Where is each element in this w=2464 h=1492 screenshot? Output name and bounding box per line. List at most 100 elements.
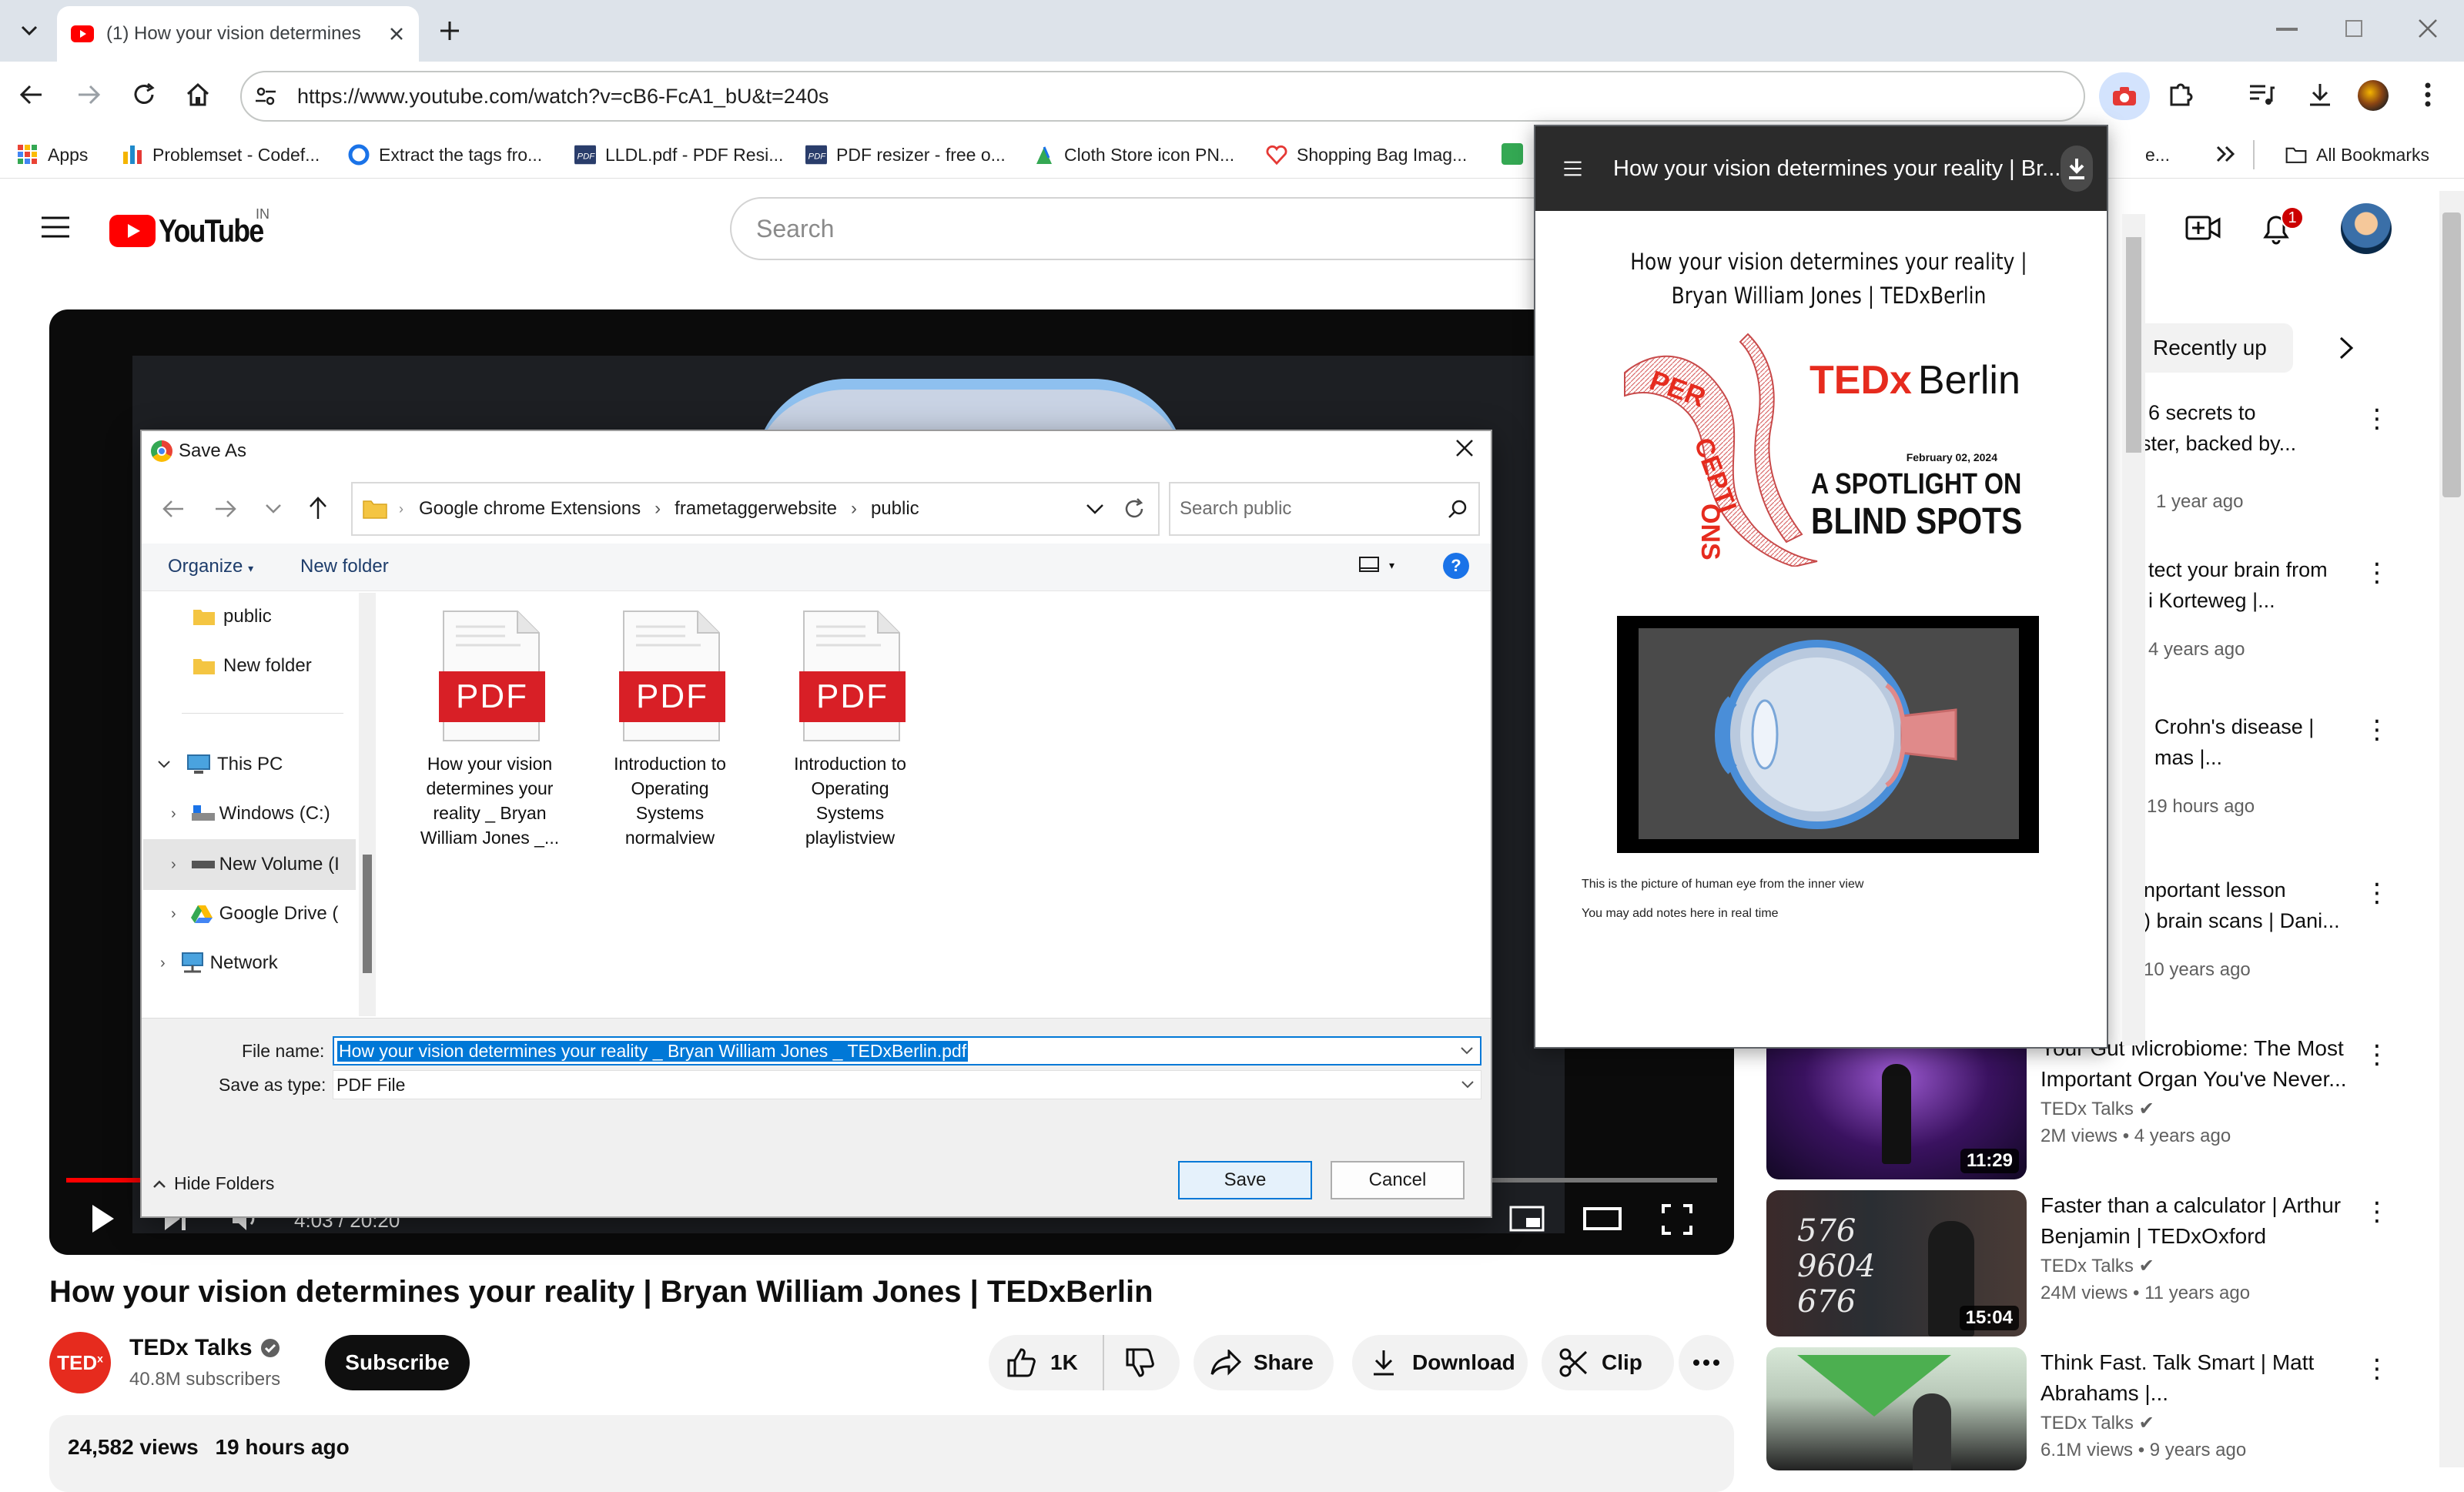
dialog-recent-button[interactable] [265, 503, 282, 514]
file-item[interactable]: PDF How your vision determines your real… [405, 608, 574, 848]
popup-note-hint[interactable]: You may add notes here in real time [1582, 907, 1779, 921]
window-close-button[interactable] [2416, 17, 2439, 40]
clip-button[interactable]: Clip [1542, 1335, 1674, 1390]
bookmark-pdf-resizer[interactable]: PDF PDF resizer - free o... [805, 142, 1006, 168]
more-button[interactable]: ⋮ [2364, 1353, 2390, 1384]
window-restore-button[interactable] [2345, 20, 2362, 37]
more-actions-button[interactable] [1679, 1335, 1734, 1390]
view-options-button[interactable]: ▾ [1358, 556, 1394, 574]
dialog-forward-button[interactable] [214, 499, 237, 519]
video-thumbnail[interactable]: 11:29 [1766, 1033, 2027, 1179]
save-button[interactable]: Save [1178, 1161, 1312, 1199]
media-controls-button[interactable] [2248, 83, 2276, 106]
chip-recently-uploaded[interactable]: Recently up [2136, 323, 2293, 373]
account-avatar[interactable] [2341, 203, 2392, 254]
nav-scrollbar[interactable] [359, 593, 376, 1016]
popup-download-button[interactable] [2061, 146, 2093, 192]
popup-scrollbar-thumb[interactable] [2126, 237, 2141, 453]
new-folder-button[interactable]: New folder [300, 556, 389, 577]
tab-youtube[interactable]: (1) How your vision determines [57, 6, 419, 62]
organize-button[interactable]: Organize ▾ [168, 556, 253, 577]
recommended-video-3[interactable]: Think Fast. Talk Smart | Matt Abrahams |… [1766, 1347, 2390, 1470]
nav-item-google-drive[interactable]: › Google Drive ( [171, 895, 356, 933]
create-button[interactable] [2185, 212, 2221, 243]
nav-item-windows-c[interactable]: › Windows (C:) [171, 795, 330, 833]
like-button[interactable]: 1K [989, 1335, 1104, 1390]
file-item[interactable]: PDF Introduction to Operating Systems no… [585, 608, 755, 848]
popup-note[interactable]: This is the picture of human eye from th… [1582, 878, 1863, 892]
dialog-address-bar[interactable]: › Google chrome Extensions › frametagger… [351, 482, 1160, 536]
forward-button[interactable] [75, 83, 102, 106]
new-tab-button[interactable] [436, 17, 464, 45]
chevron-down-icon[interactable] [1086, 503, 1104, 514]
refresh-icon[interactable] [1123, 497, 1146, 520]
bookmark-apps[interactable]: Apps [17, 142, 88, 168]
address-bar[interactable]: https://www.youtube.com/watch?v=cB6-FcA1… [240, 71, 2085, 122]
sidebar-more-button[interactable]: ⋮ [2364, 714, 2390, 745]
downloads-button[interactable] [2307, 82, 2333, 108]
sidebar-video-4[interactable]: nportant lesson ) brain scans | Dani... … [2144, 875, 2375, 981]
file-item[interactable]: PDF Introduction to Operating Systems pl… [765, 608, 935, 848]
tab-close-icon[interactable] [388, 25, 405, 42]
sidebar-more-button[interactable]: ⋮ [2364, 878, 2390, 908]
breadcrumb-item[interactable]: frametaggerwebsite [675, 498, 837, 520]
all-bookmarks-button[interactable]: All Bookmarks [2285, 142, 2429, 168]
file-name-value[interactable]: How your vision determines your reality … [337, 1040, 969, 1062]
bookmark-cloth-store[interactable]: Cloth Store icon PN... [1033, 142, 1234, 168]
sidebar-video-3[interactable]: Crohn's disease | mas |... 19 hours ago [2147, 711, 2385, 818]
dislike-button[interactable] [1104, 1348, 1155, 1377]
popup-scrollbar[interactable] [2122, 214, 2145, 1045]
sidebar-video-1[interactable]: 6 secrets to ster, backed by... 1 year a… [2141, 397, 2379, 513]
fullscreen-button[interactable] [1662, 1204, 1692, 1235]
subscribe-button[interactable]: Subscribe [325, 1335, 470, 1390]
nav-scrollbar-thumb[interactable] [363, 855, 372, 973]
cancel-button[interactable]: Cancel [1331, 1161, 1465, 1199]
scrollbar-thumb[interactable] [2442, 212, 2461, 497]
sidebar-more-button[interactable]: ⋮ [2364, 403, 2390, 434]
hamburger-icon[interactable] [1563, 157, 1582, 180]
dialog-up-button[interactable] [308, 496, 328, 520]
bookmark-extract-tags[interactable]: Extract the tags fro... [348, 142, 542, 168]
sidebar-video-2[interactable]: tect your brain from i Korteweg |... 4 y… [2148, 554, 2379, 661]
file-name-input[interactable]: How your vision determines your reality … [333, 1036, 1481, 1065]
bookmarks-overflow-button[interactable] [2215, 145, 2236, 163]
progress-played[interactable] [66, 1178, 143, 1183]
channel-name-text[interactable]: TEDx Talks [129, 1335, 253, 1361]
dialog-close-button[interactable] [1454, 437, 1475, 459]
breadcrumb-item[interactable]: Google chrome Extensions [419, 498, 641, 520]
browser-menu-button[interactable] [2424, 82, 2432, 108]
nav-item-public[interactable]: public [192, 597, 272, 636]
bookmark-lldl-pdf[interactable]: PDF LLDL.pdf - PDF Resi... [574, 142, 783, 168]
dialog-back-button[interactable] [162, 499, 185, 519]
recommended-video-1[interactable]: 11:29 Your Gut Microbiome: The Most Impo… [1766, 1033, 2390, 1187]
tab-search-button[interactable] [15, 17, 43, 45]
play-button[interactable] [89, 1203, 117, 1235]
guide-menu-button[interactable] [40, 216, 71, 239]
help-button[interactable]: ? [1443, 553, 1469, 579]
share-button[interactable]: Share [1194, 1335, 1334, 1390]
bookmark-partial[interactable]: e... [2145, 142, 2170, 168]
bookmark-green-icon[interactable] [1502, 143, 1523, 165]
theater-mode-button[interactable] [1583, 1206, 1622, 1232]
miniplayer-button[interactable] [1509, 1206, 1545, 1232]
nav-item-new-folder[interactable]: New folder [192, 647, 312, 685]
nav-item-new-volume[interactable]: › New Volume (I [171, 845, 356, 884]
nav-item-network[interactable]: › Network [160, 944, 278, 982]
chips-next-button[interactable] [2338, 336, 2355, 360]
breadcrumb-item[interactable]: public [871, 498, 919, 520]
channel-name[interactable]: TEDx Talks [129, 1335, 280, 1361]
video-thumbnail[interactable]: 576 9604 676 15:04 [1766, 1190, 2027, 1336]
reload-button[interactable] [131, 82, 157, 108]
sidebar-more-button[interactable]: ⋮ [2364, 557, 2390, 588]
window-minimize-button[interactable] [2276, 28, 2298, 31]
profile-avatar[interactable] [2358, 80, 2389, 111]
dialog-search-input[interactable]: Search public [1169, 482, 1480, 536]
chevron-down-icon[interactable] [1460, 1046, 1474, 1055]
url-text[interactable]: https://www.youtube.com/watch?v=cB6-FcA1… [297, 85, 829, 109]
download-button[interactable]: Download [1352, 1335, 1528, 1390]
hide-folders-button[interactable]: Hide Folders [152, 1173, 274, 1194]
progress-rest[interactable] [1486, 1178, 1717, 1183]
nav-item-this-pc[interactable]: This PC [157, 745, 283, 784]
site-info-icon[interactable] [254, 85, 277, 108]
extensions-button[interactable] [2167, 80, 2194, 108]
